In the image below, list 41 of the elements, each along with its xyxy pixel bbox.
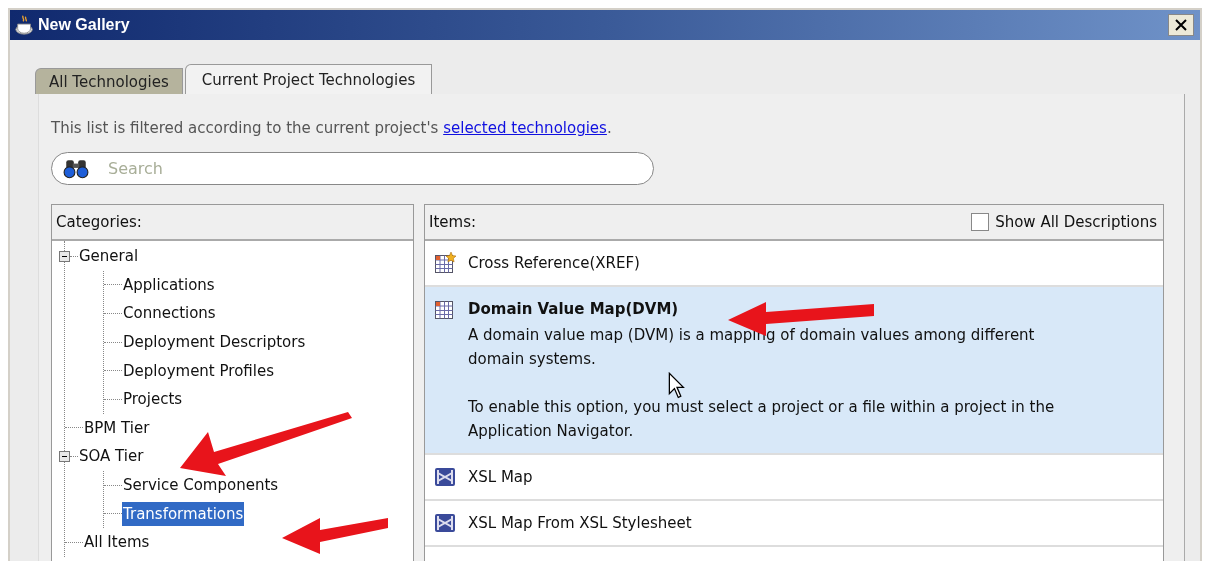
tab[interactable]: Current Project Technologies	[184, 64, 433, 94]
items-label: Items:	[429, 213, 476, 231]
coffee-cup-icon	[14, 14, 36, 36]
mouse-pointer-icon	[668, 372, 686, 400]
binoculars-icon	[63, 158, 89, 180]
collapse-toggle[interactable]	[59, 450, 70, 462]
tree-item[interactable]: Deployment Descriptors	[122, 330, 307, 355]
grid-icon	[434, 298, 456, 320]
close-icon	[1175, 19, 1187, 31]
checkbox-label[interactable]: Show All Descriptions	[995, 213, 1157, 231]
tree-item[interactable]: Projects	[122, 387, 184, 412]
search-field[interactable]: Search	[51, 152, 654, 185]
categories-label: Categories:	[56, 213, 142, 231]
grid-icon	[434, 252, 456, 274]
tree-item[interactable]: Deployment Profiles	[122, 358, 275, 383]
item-description: A domain value map (DVM) is a mapping of domain values among different domain systems.	[468, 325, 1036, 370]
item-title: Cross Reference(XREF)	[468, 254, 640, 272]
filter-note: This list is filtered according to the current project's selected technologies.	[51, 118, 613, 139]
tree-item[interactable]: BPM Tier	[83, 415, 151, 440]
checkbox[interactable]	[971, 213, 990, 231]
tree-item[interactable]: All Items	[83, 530, 151, 555]
tree-item[interactable]: General	[78, 244, 140, 269]
tree-item[interactable]: Transformations	[122, 501, 245, 526]
window-title: New Gallery	[38, 16, 131, 34]
item-title: XSL Map	[468, 468, 533, 486]
tab[interactable]: All Technologies	[35, 68, 183, 94]
collapse-toggle[interactable]	[59, 250, 70, 262]
tree-item[interactable]: Applications	[122, 272, 216, 297]
item-description: To enable this option, you must select a project or a file within a project in the Application Navigator.	[468, 397, 1056, 442]
gallery-item[interactable]: XSL Map	[425, 455, 1163, 501]
tree-item[interactable]: Connections	[122, 301, 217, 326]
gallery-item[interactable]: XSL Map From XSL Stylesheet	[425, 501, 1163, 547]
close-button[interactable]	[1168, 14, 1194, 36]
gallery-item[interactable]	[425, 287, 1163, 455]
tree-item[interactable]: Service Components	[122, 473, 280, 498]
item-title: Domain Value Map(DVM)	[468, 300, 679, 318]
item-title: XSL Map From XSL Stylesheet	[468, 514, 692, 532]
technologies-link[interactable]: selected technologies	[443, 119, 607, 137]
map-icon	[434, 512, 456, 534]
tree-item[interactable]: SOA Tier	[78, 444, 145, 469]
map-icon	[434, 466, 456, 488]
